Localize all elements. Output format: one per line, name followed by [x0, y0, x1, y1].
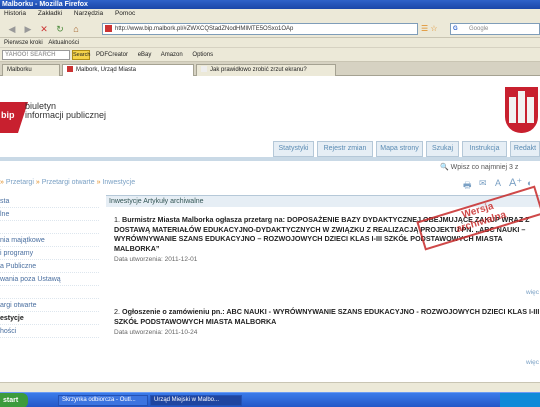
- nav-editorial[interactable]: Redakt: [510, 141, 540, 157]
- site-favicon: [105, 25, 112, 32]
- status-bar: [0, 382, 540, 392]
- rss-icon[interactable]: ☰ ☆: [421, 24, 438, 33]
- top-navigation: Statystyki Rejestr zmian Mapa strony Szu…: [273, 141, 540, 157]
- taskbar-firefox[interactable]: Urząd Miejski w Malbo...: [150, 395, 242, 406]
- tab-strip: Malborku Malbork, Urząd Miasta Jak prawi…: [0, 62, 540, 76]
- crumb-investments[interactable]: Inwestycje: [102, 179, 135, 186]
- text-larger-icon[interactable]: A⁺: [509, 176, 522, 189]
- menu-bar: Historia Zakładki Narzędzia Pomoc: [0, 9, 540, 19]
- bookmark-news[interactable]: Aktualności: [48, 40, 79, 46]
- city-crest: [505, 87, 538, 133]
- sidebar-item-investments[interactable]: estycje: [0, 312, 99, 325]
- tab-malborku[interactable]: Malborku: [2, 64, 60, 76]
- yahoo-search-input[interactable]: YAHOO! SEARCH: [2, 50, 70, 60]
- logo-mark: bip: [1, 110, 15, 120]
- sidebar-item[interactable]: [0, 221, 99, 234]
- toolbar-ebay[interactable]: eBay: [138, 52, 152, 58]
- breadcrumb: » Przetargi » Przetargi otwarte » Inwest…: [0, 179, 136, 186]
- stop-icon[interactable]: ✕: [38, 23, 50, 35]
- article-date: Data utworzenia: 2011-12-01: [114, 256, 198, 263]
- sidebar-item-outside-act[interactable]: wania poza Ustawą: [0, 273, 99, 286]
- address-text: http://www.bip.malbork.pl/#ZWXCQStadZNod…: [115, 26, 294, 32]
- toolbar-options[interactable]: Options: [192, 52, 213, 58]
- bip-logo[interactable]: bip: [0, 102, 18, 133]
- article-number: 2.: [114, 307, 120, 316]
- home-icon[interactable]: ⌂: [70, 23, 82, 35]
- sidebar-item-open-tenders[interactable]: argi otwarte: [0, 299, 99, 312]
- toolbar-amazon[interactable]: Amazon: [161, 52, 183, 58]
- yahoo-search-button[interactable]: Search: [72, 50, 90, 60]
- back-icon[interactable]: ◀: [6, 23, 18, 35]
- crumb-open-tenders[interactable]: Przetargi otwarte: [42, 179, 95, 186]
- nav-sitemap[interactable]: Mapa strony: [376, 141, 423, 157]
- window-title: Malborku - Mozilla Firefox: [0, 0, 540, 9]
- bookmarks-toolbar: Pierwsze kroki Aktualności: [0, 38, 540, 48]
- sidebar-item[interactable]: sta: [0, 195, 99, 208]
- tab-screenshot-howto[interactable]: Jak prawidłowo zrobić zrzut ekranu?: [196, 64, 336, 76]
- crumb-tenders[interactable]: Przetargi: [6, 179, 34, 186]
- site-search[interactable]: 🔍 Wpisz co najmniej 3 z: [440, 163, 540, 173]
- logo-text: biuletyn informacji publicznej: [25, 102, 106, 120]
- google-icon: G: [453, 26, 458, 32]
- system-tray: [500, 393, 540, 407]
- tab-urzad-miasta[interactable]: Malbork, Urząd Miasta: [62, 64, 194, 76]
- start-button[interactable]: start: [0, 393, 28, 407]
- logo-line2: informacji publicznej: [25, 110, 107, 120]
- text-smaller-icon[interactable]: A: [495, 178, 501, 188]
- nav-underline: [0, 157, 540, 161]
- sidebar-item-public[interactable]: a Publiczne: [0, 260, 99, 273]
- tab-label: Jak prawidłowo zrobić zrzut ekranu?: [210, 67, 307, 73]
- sidebar-item[interactable]: lne: [0, 208, 99, 221]
- sidebar-item-property[interactable]: nia majątkowe: [0, 234, 99, 247]
- menu-help[interactable]: Pomoc: [115, 10, 135, 17]
- site-search-icon: 🔍: [440, 164, 449, 171]
- article-date: Data utworzenia: 2011-10-24: [114, 329, 198, 336]
- tab-label: Malbork, Urząd Miasta: [76, 67, 137, 73]
- print-icon[interactable]: 🖶: [463, 178, 472, 194]
- taskbar: start Skrzynka odbiorcza - Outl... Urząd…: [0, 392, 540, 407]
- email-icon[interactable]: ✉: [479, 178, 487, 189]
- taskbar-outlook[interactable]: Skrzynka odbiorcza - Outl...: [58, 395, 148, 406]
- article-item[interactable]: 2. Ogłoszenie o zamówieniu pn.: ABC NAUK…: [114, 307, 540, 338]
- search-input[interactable]: G Google: [450, 23, 540, 35]
- more-link[interactable]: więc: [526, 359, 539, 366]
- nav-search[interactable]: Szukaj: [426, 141, 459, 157]
- forward-icon[interactable]: ▶: [22, 23, 34, 35]
- navigation-toolbar: ◀ ▶ ✕ ↻ ⌂ http://www.bip.malbork.pl/#ZWX…: [0, 19, 540, 38]
- sidebar-item[interactable]: [0, 286, 99, 299]
- tab-favicon: [201, 66, 207, 73]
- more-link[interactable]: więc: [526, 289, 539, 296]
- article-number: 1.: [114, 215, 120, 224]
- sidebar-item-programs[interactable]: i programy: [0, 247, 99, 260]
- toolbar-pdfcreator[interactable]: PDFCreator: [96, 52, 128, 58]
- tab-favicon: [67, 66, 73, 73]
- bookmark-first-steps[interactable]: Pierwsze kroki: [4, 40, 43, 46]
- search-placeholder: Google: [469, 26, 489, 32]
- sidebar-item-real-estate[interactable]: hości: [0, 325, 99, 338]
- sidebar-menu: sta lne nia majątkowe i programy a Publi…: [0, 195, 99, 382]
- nav-change-log[interactable]: Rejestr zmian: [317, 141, 373, 157]
- yahoo-toolbar: YAHOO! SEARCH Search PDFCreator eBay Ama…: [0, 48, 540, 62]
- menu-tools[interactable]: Narzędzia: [74, 10, 103, 17]
- nav-statistics[interactable]: Statystyki: [273, 141, 314, 157]
- menu-bookmarks[interactable]: Zakładki: [38, 10, 62, 17]
- site-search-placeholder: Wpisz co najmniej 3 z: [450, 164, 519, 171]
- nav-instructions[interactable]: Instrukcja: [462, 141, 507, 157]
- tab-label: Malborku: [7, 67, 32, 73]
- article-title[interactable]: Ogłoszenie o zamówieniu pn.: ABC NAUKI -…: [114, 307, 539, 326]
- reload-icon[interactable]: ↻: [54, 23, 66, 35]
- address-bar[interactable]: http://www.bip.malbork.pl/#ZWXCQStadZNod…: [102, 23, 418, 35]
- yahoo-toolbar-items: PDFCreator eBay Amazon Options: [96, 48, 221, 62]
- menu-history[interactable]: Historia: [4, 10, 26, 17]
